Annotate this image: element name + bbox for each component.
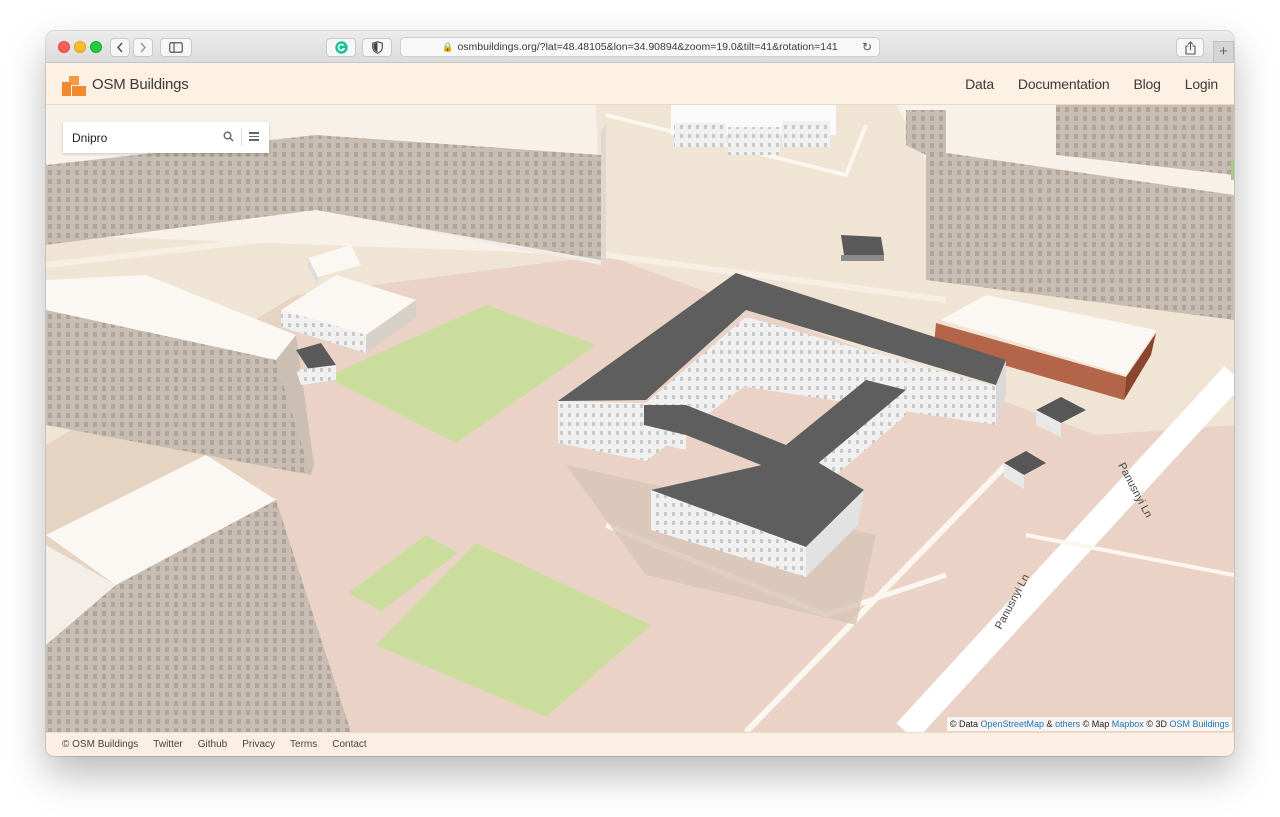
- map-render: Panusnyi Ln Panusnyi Ln: [46, 105, 1234, 732]
- browser-window: 🔒 osmbuildings.org/?lat=48.48105&lon=34.…: [46, 31, 1234, 756]
- logo-icon: [62, 72, 88, 96]
- forward-button[interactable]: [133, 38, 153, 57]
- lock-icon: 🔒: [442, 41, 454, 52]
- attribution-3d-label: © 3D: [1146, 719, 1167, 729]
- grammarly-icon: [334, 41, 348, 54]
- search-box: [63, 122, 269, 153]
- site-footer: © OSM Buildings Twitter Github Privacy T…: [46, 732, 1234, 756]
- logo[interactable]: OSM Buildings: [62, 72, 189, 96]
- footer-link-contact[interactable]: Contact: [332, 739, 366, 750]
- minimize-window-button[interactable]: [74, 41, 86, 53]
- sidebar-toggle-button[interactable]: [160, 38, 192, 57]
- close-window-button[interactable]: [58, 41, 70, 53]
- attribution-osmbuildings-link[interactable]: OSM Buildings: [1169, 719, 1229, 729]
- attribution-data-label: © Data: [949, 719, 978, 729]
- nav-blog[interactable]: Blog: [1134, 76, 1161, 92]
- attribution-map-label: © Map: [1082, 719, 1110, 729]
- attribution-mapbox-link[interactable]: Mapbox: [1112, 719, 1144, 729]
- address-bar[interactable]: 🔒 osmbuildings.org/?lat=48.48105&lon=34.…: [400, 37, 880, 57]
- menu-icon[interactable]: [249, 132, 259, 143]
- grammarly-extension-button[interactable]: [326, 38, 356, 57]
- address-bar-url: osmbuildings.org/?lat=48.48105&lon=34.90…: [457, 41, 838, 53]
- attribution-others-link[interactable]: others: [1055, 719, 1080, 729]
- attribution-openstreetmap-link[interactable]: OpenStreetMap: [980, 719, 1044, 729]
- search-input[interactable]: [72, 130, 222, 145]
- new-tab-button[interactable]: +: [1213, 41, 1234, 63]
- nav-documentation[interactable]: Documentation: [1018, 76, 1110, 92]
- footer-link-privacy[interactable]: Privacy: [242, 739, 275, 750]
- nav-login[interactable]: Login: [1185, 76, 1218, 92]
- chevron-left-icon: [116, 42, 123, 53]
- attribution-ampersand: &: [1046, 719, 1053, 729]
- zoom-window-button[interactable]: [90, 41, 102, 53]
- chevron-right-icon: [140, 42, 147, 53]
- map-canvas[interactable]: Panusnyi Ln Panusnyi Ln © Data OpenStree…: [46, 105, 1234, 732]
- share-icon: [1184, 40, 1196, 55]
- logo-text: OSM Buildings: [92, 75, 189, 93]
- back-button[interactable]: [110, 38, 130, 57]
- privacy-extension-button[interactable]: [362, 38, 392, 57]
- shield-icon: [371, 41, 383, 54]
- sidebar-icon: [169, 42, 183, 53]
- nav-data[interactable]: Data: [965, 76, 994, 92]
- footer-link-twitter[interactable]: Twitter: [153, 739, 182, 750]
- main-nav: Data Documentation Blog Login: [953, 63, 1230, 105]
- share-button[interactable]: [1176, 38, 1204, 57]
- footer-link-github[interactable]: Github: [198, 739, 227, 750]
- reload-icon[interactable]: ↻: [862, 40, 872, 54]
- map-attribution: © Data OpenStreetMap & others © Map Mapb…: [946, 717, 1232, 731]
- site-header: OSM Buildings Data Documentation Blog Lo…: [46, 63, 1234, 105]
- footer-link-terms[interactable]: Terms: [290, 739, 317, 750]
- browser-toolbar: 🔒 osmbuildings.org/?lat=48.48105&lon=34.…: [46, 31, 1234, 63]
- search-icon[interactable]: [223, 131, 234, 142]
- footer-copyright: © OSM Buildings: [62, 739, 139, 750]
- search-divider: [241, 129, 242, 146]
